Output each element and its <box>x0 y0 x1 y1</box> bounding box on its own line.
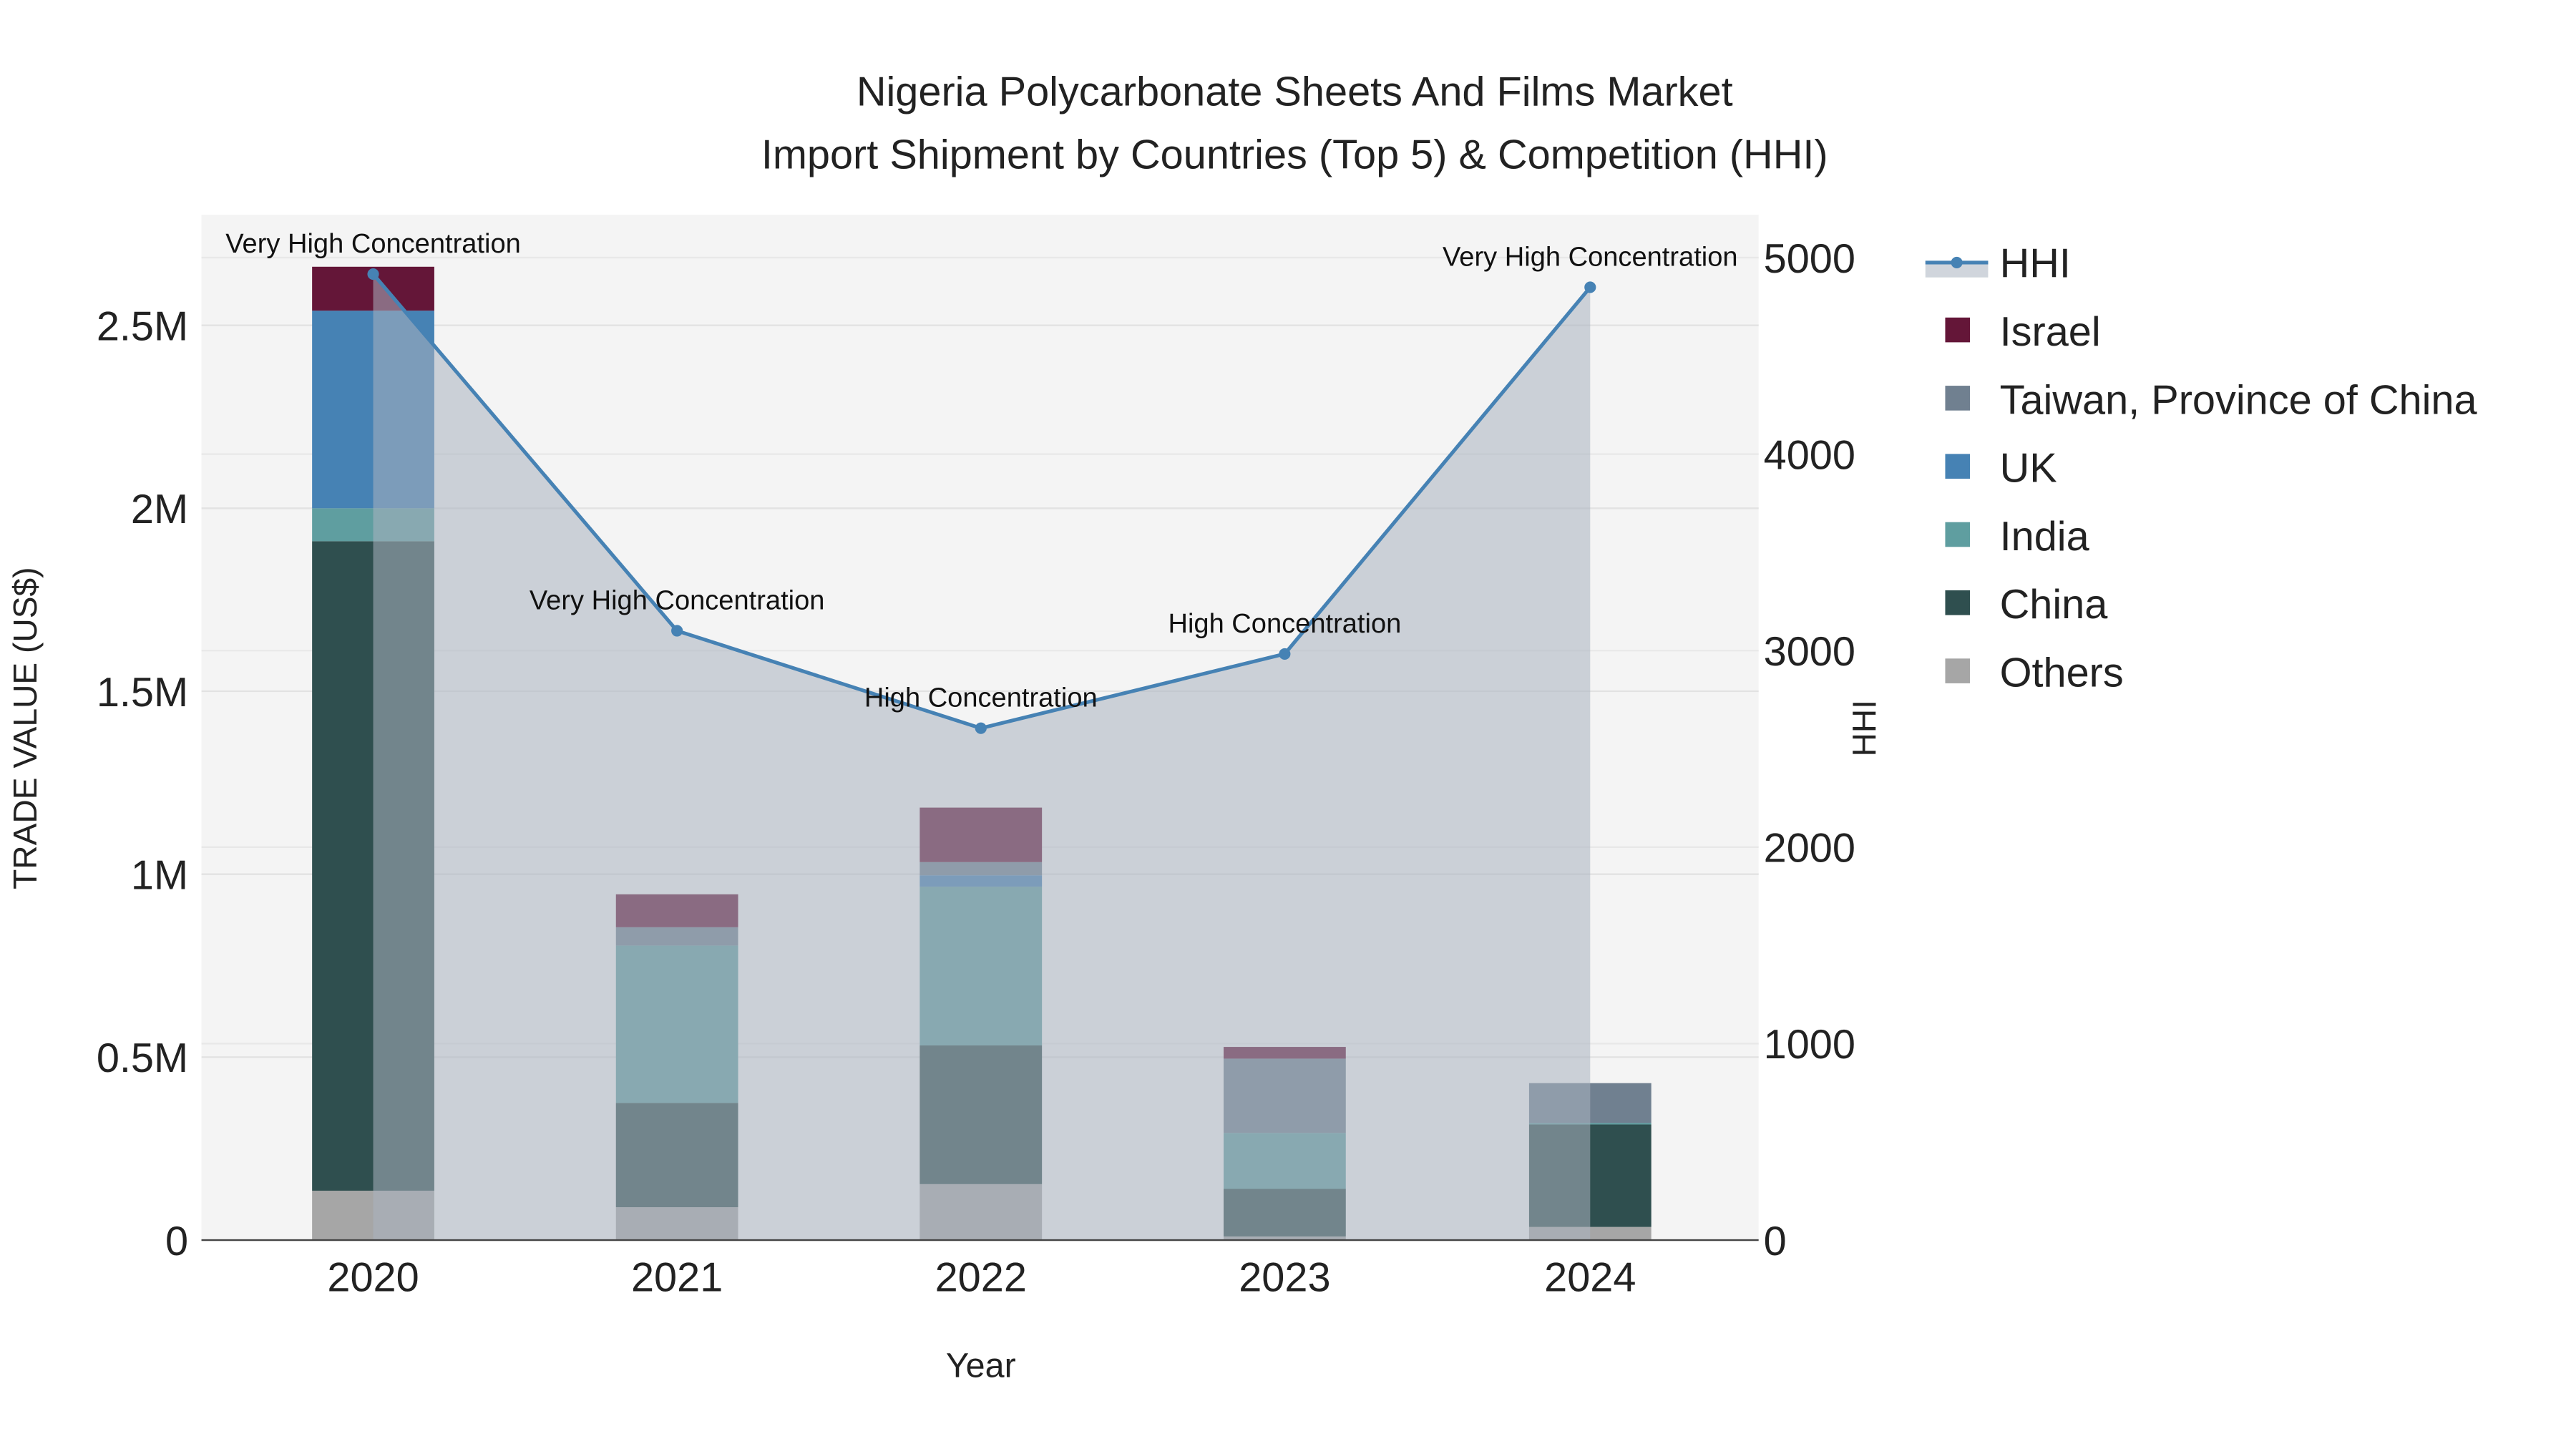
y2-tick-label: 5000 <box>1764 236 1855 282</box>
hhi-point-2023[interactable] <box>1279 648 1291 660</box>
hhi-annotation: High Concentration <box>1168 609 1401 639</box>
y-tick-label: 2.5M <box>97 303 188 349</box>
y-tick-label: 0.5M <box>97 1035 188 1081</box>
legend-swatch <box>1945 317 1971 343</box>
legend-label[interactable]: UK <box>2000 446 2057 492</box>
legend-label[interactable]: Israel <box>2000 309 2101 355</box>
legend-swatch <box>1945 454 1971 479</box>
legend-label[interactable]: Taiwan, Province of China <box>2000 377 2478 423</box>
y2-tick-label: 0 <box>1764 1219 1787 1264</box>
y-tick-label: 2M <box>131 487 188 532</box>
y2-tick-label: 3000 <box>1764 629 1855 675</box>
y-tick-label: 1.5M <box>97 670 188 716</box>
legend-hhi-marker <box>1951 256 1963 268</box>
hhi-annotation: Very High Concentration <box>1443 242 1738 272</box>
hhi-point-2020[interactable] <box>367 268 379 280</box>
y2-tick-label: 2000 <box>1764 826 1855 872</box>
hhi-annotation: Very High Concentration <box>225 229 521 259</box>
hhi-point-2021[interactable] <box>671 625 683 637</box>
x-tick-label: 2024 <box>1544 1255 1636 1301</box>
chart-title: Nigeria Polycarbonate Sheets And Films M… <box>857 69 1733 115</box>
x-tick-label: 2020 <box>327 1255 419 1301</box>
y-tick-label: 0 <box>165 1219 188 1264</box>
legend-swatch <box>1945 522 1971 547</box>
y-axis-title: TRADE VALUE (US$) <box>6 567 44 889</box>
x-tick-label: 2022 <box>935 1255 1027 1301</box>
chart: Very High Concentration Very High Concent… <box>6 69 2478 1385</box>
legend-label[interactable]: China <box>2000 582 2109 628</box>
hhi-annotation: Very High Concentration <box>530 585 825 615</box>
legend-swatch <box>1945 658 1971 683</box>
y2-tick-label: 1000 <box>1764 1022 1855 1068</box>
hhi-point-2024[interactable] <box>1584 281 1596 293</box>
legend-swatch <box>1945 386 1971 411</box>
legend-label-hhi[interactable]: HHI <box>2000 241 2071 287</box>
y2-axis-title: HHI <box>1846 700 1883 756</box>
x-axis-title: Year <box>946 1347 1016 1385</box>
hhi-annotation: High Concentration <box>864 683 1098 713</box>
hhi-point-2022[interactable] <box>975 722 987 734</box>
chart-subtitle: Import Shipment by Countries (Top 5) & C… <box>761 132 1828 177</box>
x-tick-label: 2023 <box>1239 1255 1330 1301</box>
legend-label[interactable]: India <box>2000 514 2090 560</box>
y-tick-label: 1M <box>131 852 188 898</box>
legend-swatch <box>1945 590 1971 615</box>
y2-tick-label: 4000 <box>1764 432 1855 478</box>
x-tick-label: 2021 <box>631 1255 723 1301</box>
legend-label[interactable]: Others <box>2000 650 2124 696</box>
